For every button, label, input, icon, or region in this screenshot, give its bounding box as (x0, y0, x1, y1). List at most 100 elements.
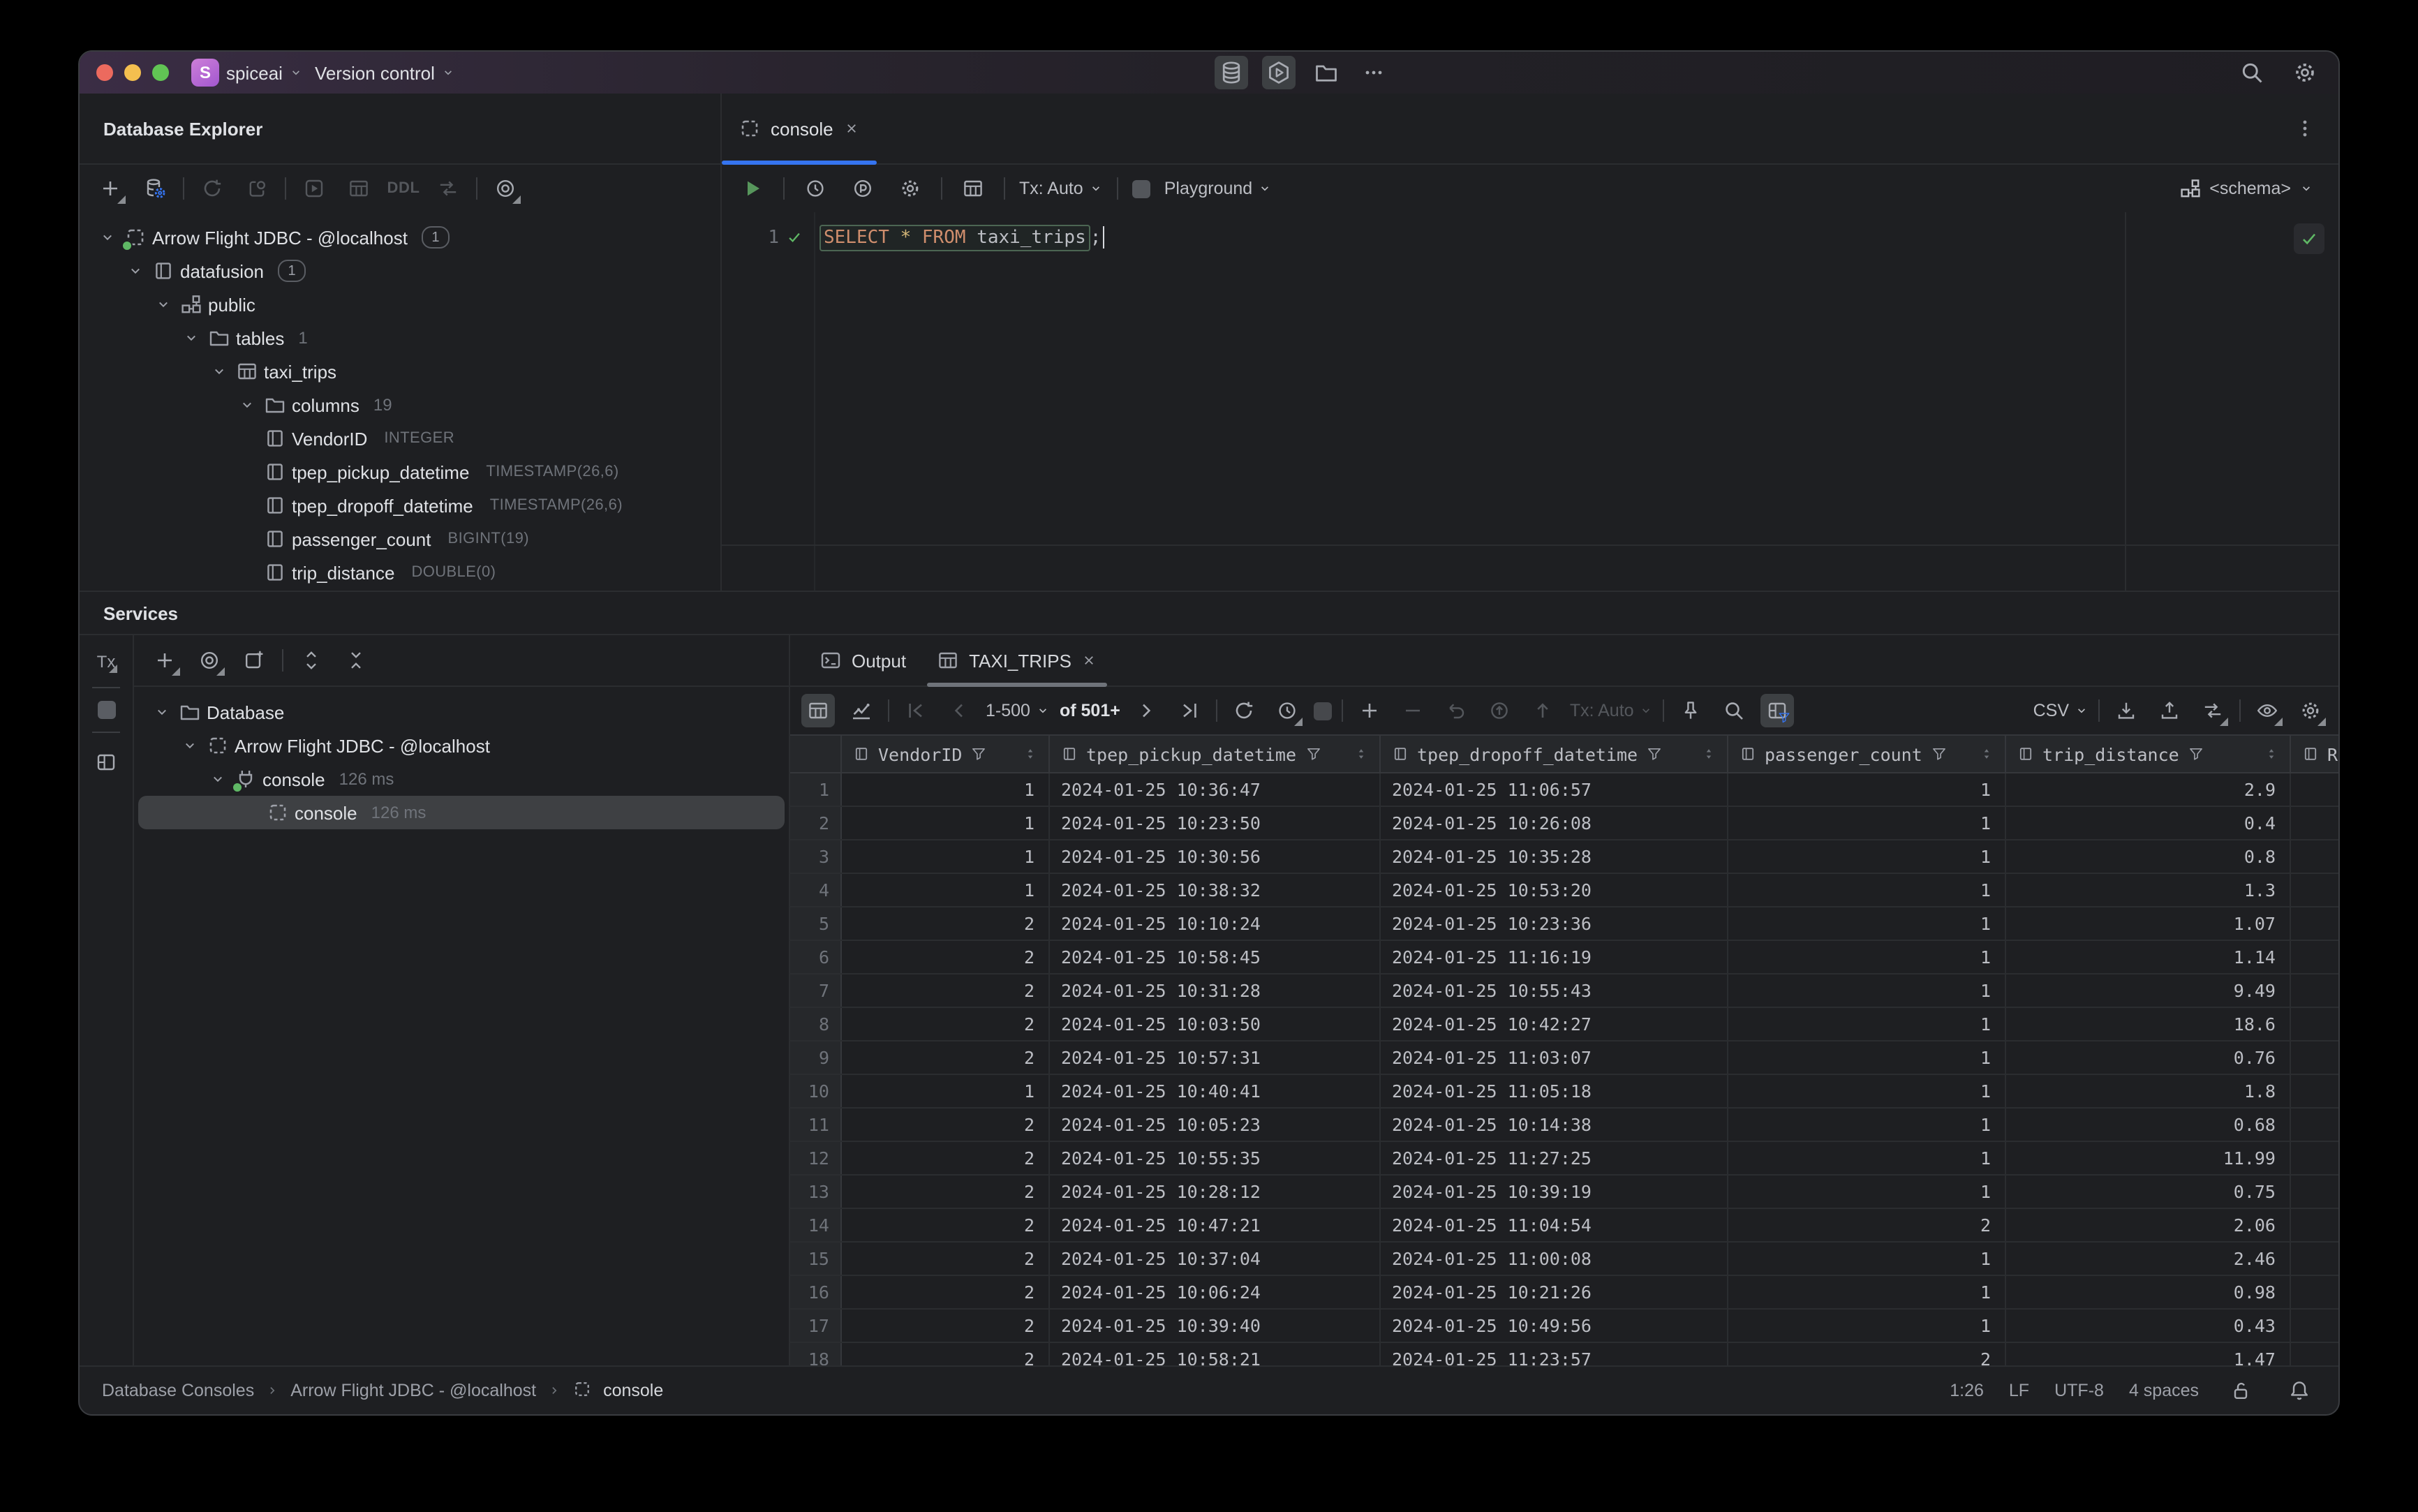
table-cell[interactable]: 1 (1728, 1142, 2006, 1174)
table-cell[interactable]: 2024-01-25 10:23:36 (1381, 907, 1728, 940)
table-cell[interactable]: 2024-01-25 10:31:28 (1050, 974, 1381, 1007)
row-number[interactable]: 15 (790, 1243, 842, 1275)
table-cell[interactable]: 2024-01-25 11:03:07 (1381, 1042, 1728, 1074)
execute-button[interactable] (736, 172, 769, 205)
row-number[interactable]: 18 (790, 1343, 842, 1365)
table-cell[interactable]: 2024-01-25 10:35:28 (1381, 840, 1728, 873)
run-sql-script-button[interactable] (297, 172, 331, 205)
table-cell[interactable]: 2024-01-25 11:23:57 (1381, 1343, 1728, 1365)
breadcrumb-item-current[interactable]: console (572, 1379, 663, 1402)
table-cell[interactable]: 18.6 (2006, 1008, 2291, 1040)
row-number[interactable]: 8 (790, 1008, 842, 1040)
table-cell[interactable]: 0.98 (2006, 1276, 2291, 1308)
datasource-properties-button[interactable] (138, 172, 172, 205)
close-icon[interactable] (843, 120, 860, 137)
table-cell[interactable]: 1.8 (2006, 1075, 2291, 1107)
corner-cell[interactable] (790, 736, 842, 772)
table-cell[interactable]: 1 (1728, 974, 2006, 1007)
table-cell[interactable]: 2024-01-25 11:27:25 (1381, 1142, 1728, 1174)
table-cell[interactable] (2291, 874, 2338, 906)
row-number[interactable]: 7 (790, 974, 842, 1007)
table-cell[interactable]: 1 (1728, 1075, 2006, 1107)
table-cell[interactable]: 1 (1728, 1008, 2006, 1040)
open-table-button[interactable] (342, 172, 376, 205)
run-widget-button[interactable] (1262, 56, 1296, 89)
filter-panel-button[interactable] (1760, 694, 1795, 727)
table-cell[interactable] (2291, 1209, 2338, 1241)
table-cell[interactable]: 2.9 (2006, 773, 2291, 806)
table-cell[interactable] (2291, 1109, 2338, 1141)
table-cell[interactable]: 1.3 (2006, 874, 2291, 906)
filter-funnel-icon[interactable] (1931, 746, 1948, 762)
table-cell[interactable]: 11.99 (2006, 1142, 2291, 1174)
table-cell[interactable]: 2024-01-25 11:00:08 (1381, 1243, 1728, 1275)
add-row-button[interactable] (1353, 694, 1387, 727)
row-number[interactable]: 10 (790, 1075, 842, 1107)
table-cell[interactable]: 2024-01-25 10:40:41 (1050, 1075, 1381, 1107)
table-cell[interactable]: 2024-01-25 10:36:47 (1050, 773, 1381, 806)
chevron-down-icon[interactable] (180, 327, 202, 349)
tree-item-database-group[interactable]: Database (134, 695, 789, 729)
table-cell[interactable]: 2024-01-25 10:26:08 (1381, 807, 1728, 839)
sort-toggle[interactable] (1980, 747, 1994, 761)
stop-process-button[interactable] (97, 701, 115, 719)
revert-button[interactable] (1440, 694, 1474, 727)
ddl-button[interactable]: DDL (387, 172, 420, 205)
tree-item-schema[interactable]: public (80, 288, 720, 321)
table-cell[interactable]: 2024-01-25 10:47:21 (1050, 1209, 1381, 1241)
table-cell[interactable]: 1 (1728, 840, 2006, 873)
table-cell[interactable]: 1 (842, 874, 1050, 906)
tree-item-datasource[interactable]: Arrow Flight JDBC - @localhost (134, 729, 789, 762)
tab-taxi-trips[interactable]: TAXI_TRIPS (921, 635, 1113, 687)
table-cell[interactable]: 2 (842, 1109, 1050, 1141)
row-number[interactable]: 6 (790, 941, 842, 973)
table-cell[interactable]: 2 (842, 1243, 1050, 1275)
table-cell[interactable]: 1.14 (2006, 941, 2291, 973)
table-cell[interactable]: 2024-01-25 10:55:35 (1050, 1142, 1381, 1174)
table-cell[interactable]: 1 (1728, 1176, 2006, 1208)
row-number[interactable]: 13 (790, 1176, 842, 1208)
table-cell[interactable]: 2024-01-25 10:58:21 (1050, 1343, 1381, 1365)
table-cell[interactable] (2291, 974, 2338, 1007)
table-cell[interactable]: 1 (1728, 1109, 2006, 1141)
table-cell[interactable]: 2024-01-25 10:14:38 (1381, 1109, 1728, 1141)
table-cell[interactable]: 2 (842, 1042, 1050, 1074)
tree-item-database[interactable]: datafusion 1 (80, 254, 720, 288)
table-cell[interactable]: 2024-01-25 10:30:56 (1050, 840, 1381, 873)
table-cell[interactable]: 2024-01-25 10:03:50 (1050, 1008, 1381, 1040)
add-service-button[interactable] (148, 644, 181, 677)
column-header[interactable]: VendorID (842, 736, 1050, 772)
expand-all-button[interactable] (295, 644, 328, 677)
table-cell[interactable]: 1 (842, 840, 1050, 873)
table-cell[interactable] (2291, 1343, 2338, 1365)
table-cell[interactable]: 2024-01-25 11:16:19 (1381, 941, 1728, 973)
table-cell[interactable] (2291, 1008, 2338, 1040)
table-cell[interactable]: 1 (842, 1075, 1050, 1107)
chevron-down-icon[interactable] (96, 226, 119, 249)
table-cell[interactable]: 2 (842, 907, 1050, 940)
table-cell[interactable] (2291, 773, 2338, 806)
collapse-all-button[interactable] (339, 644, 373, 677)
page-range-selector[interactable]: 1-500 (986, 701, 1050, 720)
table-cell[interactable]: 2 (1728, 1343, 2006, 1365)
column-header[interactable]: Rate (2291, 736, 2338, 772)
table-cell[interactable] (2291, 1176, 2338, 1208)
chevron-down-icon[interactable] (208, 360, 230, 383)
table-cell[interactable]: 2024-01-25 10:10:24 (1050, 907, 1381, 940)
row-number[interactable]: 11 (790, 1109, 842, 1141)
tree-item-columns-folder[interactable]: columns 19 (80, 388, 720, 422)
table-cell[interactable]: 1.47 (2006, 1343, 2291, 1365)
table-cell[interactable]: 2024-01-25 10:21:26 (1381, 1276, 1728, 1308)
table-cell[interactable]: 0.76 (2006, 1042, 2291, 1074)
table-cell[interactable]: 2.06 (2006, 1209, 2291, 1241)
sort-toggle[interactable] (1023, 747, 1037, 761)
table-cell[interactable]: 2024-01-25 10:06:24 (1050, 1276, 1381, 1308)
row-number[interactable]: 9 (790, 1042, 842, 1074)
grid-settings-button[interactable] (2294, 694, 2327, 727)
table-cell[interactable]: 2024-01-25 10:38:32 (1050, 874, 1381, 906)
sort-toggle[interactable] (1702, 747, 1716, 761)
next-page-button[interactable] (1130, 694, 1164, 727)
table-cell[interactable]: 2 (842, 1343, 1050, 1365)
history-button[interactable] (799, 172, 832, 205)
table-cell[interactable] (2291, 840, 2338, 873)
